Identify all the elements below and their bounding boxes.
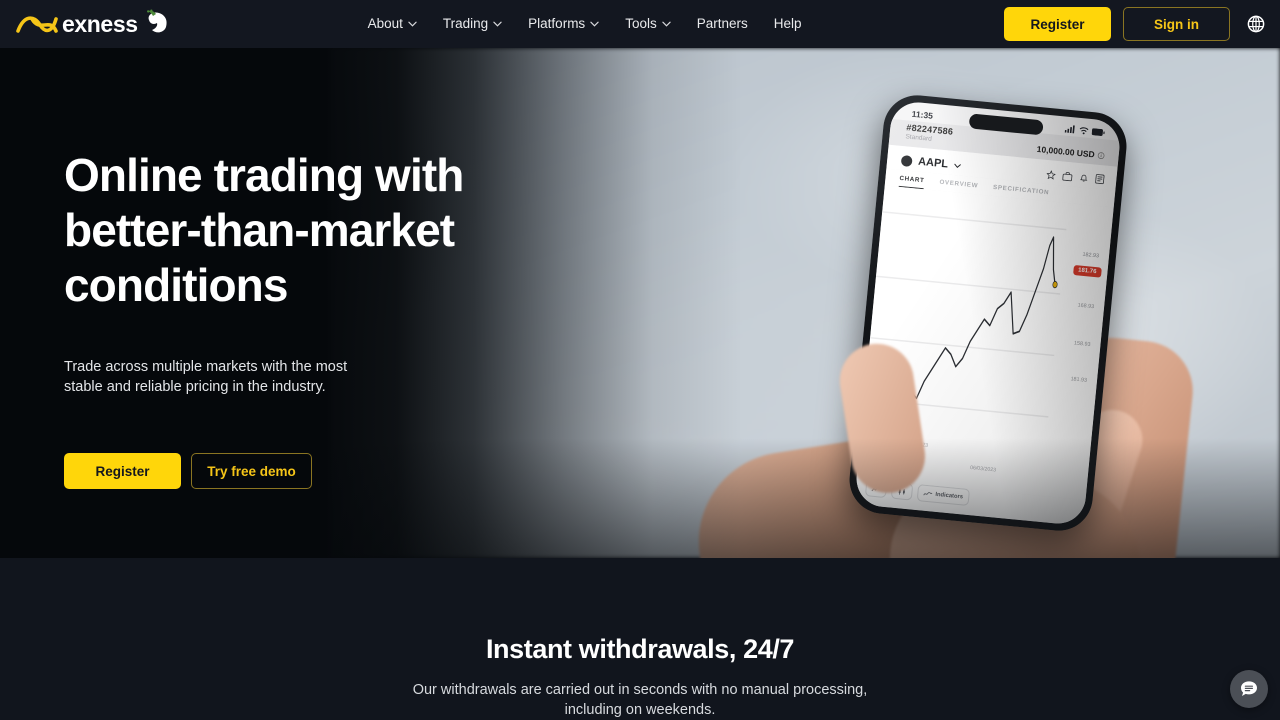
nav-item-about-label: About	[367, 16, 403, 32]
nav-item-partners-label: Partners	[696, 16, 748, 32]
section-subtitle: Our withdrawals are carried out in secon…	[412, 682, 868, 719]
exness-logo[interactable]: exness	[14, 9, 171, 37]
chat-bubble-icon	[1241, 681, 1257, 696]
chevron-down-icon	[590, 21, 599, 27]
top-navigation-bar: exness About Trading Platforms Tools Par…	[0, 0, 1280, 48]
nav-item-platforms[interactable]: Platforms	[528, 17, 599, 31]
nav-item-platforms-label: Platforms	[528, 16, 586, 32]
hero-content: Online trading with better-than-market c…	[64, 148, 604, 489]
hero-subtext: Trade across multiple markets with the m…	[64, 359, 348, 395]
hero-headline-line-1: Online trading with	[64, 149, 464, 201]
section-title: Instant withdrawals, 24/7	[485, 634, 795, 664]
hero-headline-line-3: conditions	[64, 259, 288, 311]
hero-section: 11:35	[0, 48, 1280, 558]
chevron-down-icon	[493, 21, 502, 27]
nav-actions: Register Sign in	[1004, 0, 1280, 48]
globe-icon	[1247, 15, 1265, 33]
nav-register-button[interactable]: Register	[1004, 7, 1111, 41]
instant-withdrawals-section: Instant withdrawals, 24/7 Our withdrawal…	[0, 558, 1280, 720]
nav-item-tools-label: Tools	[625, 16, 657, 32]
nav-item-about[interactable]: About	[368, 17, 417, 31]
hero-try-free-demo-button[interactable]: Try free demo	[191, 453, 312, 489]
language-selector[interactable]	[1244, 12, 1268, 36]
nav-item-help[interactable]: Help	[774, 17, 802, 31]
chevron-down-icon	[662, 21, 671, 27]
chevron-down-icon	[408, 21, 417, 27]
nav-links: About Trading Platforms Tools Partners H…	[368, 17, 802, 31]
nav-item-help-label: Help	[773, 16, 802, 32]
hero-register-button[interactable]: Register	[64, 453, 181, 489]
chat-widget-button[interactable]	[1230, 670, 1268, 708]
dove-icon	[146, 9, 167, 32]
nav-item-trading-label: Trading	[442, 16, 489, 32]
nav-item-tools[interactable]: Tools	[625, 17, 671, 31]
nav-item-trading[interactable]: Trading	[443, 17, 502, 31]
hero-headline: Online trading with better-than-market c…	[64, 148, 604, 313]
logo-wordmark: exness	[62, 10, 138, 37]
exness-x-mark-icon	[16, 16, 58, 33]
nav-signin-button[interactable]: Sign in	[1123, 7, 1230, 41]
page-root: exness About Trading Platforms Tools Par…	[0, 0, 1280, 720]
hero-headline-line-2: better-than-market	[64, 204, 455, 256]
nav-item-partners[interactable]: Partners	[697, 17, 748, 31]
hero-cta-group: Register Try free demo	[64, 453, 604, 489]
